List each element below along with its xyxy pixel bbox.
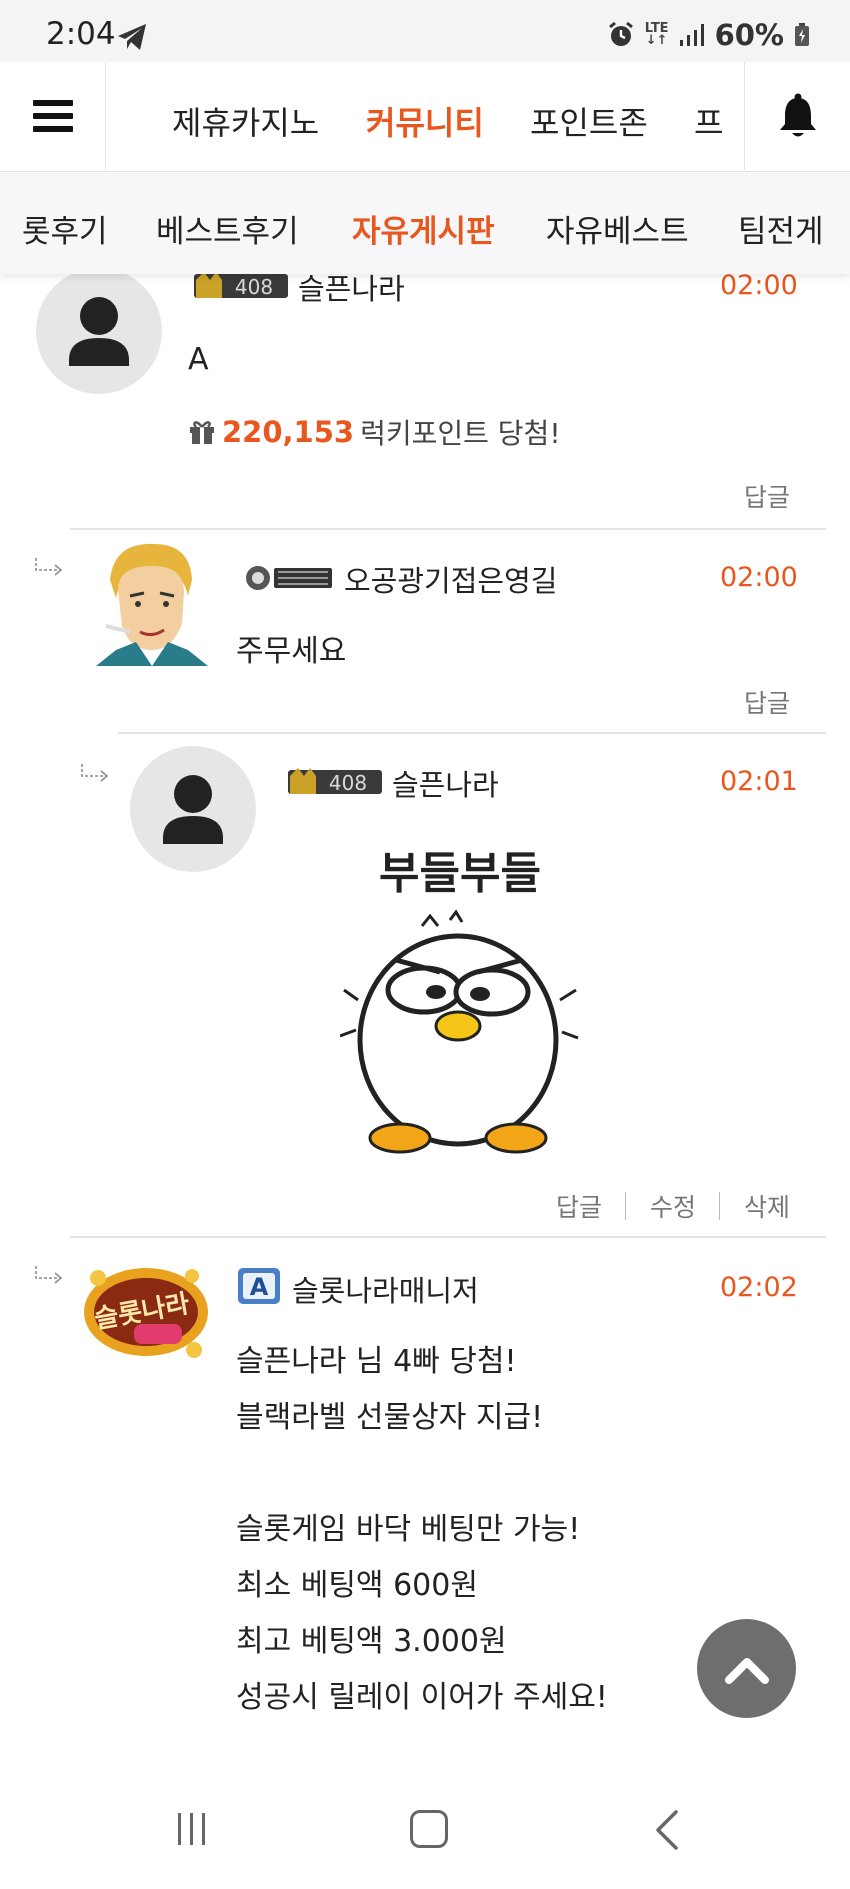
tab-more[interactable]: 프 — [694, 98, 723, 144]
chevron-up-icon — [724, 1657, 769, 1684]
divider — [118, 732, 826, 734]
comment-line: 성공시 릴레이 이어가 주세요! — [236, 1680, 608, 1715]
action-separator — [625, 1192, 626, 1220]
divider — [70, 528, 826, 530]
reply-arrow-icon — [35, 1266, 63, 1284]
home-icon[interactable] — [410, 1810, 448, 1848]
lucky-points: 220,153 — [222, 415, 355, 449]
avatar[interactable] — [96, 538, 208, 666]
svg-text:부들부들: 부들부들 — [379, 848, 541, 899]
cartoon-face-avatar-icon — [96, 543, 208, 666]
comment-line: 슬픈나라 님 4빠 당첨! — [236, 1344, 517, 1379]
subtab-slot-reviews[interactable]: 롯후기 — [22, 206, 108, 251]
reply-arrow-icon — [81, 764, 109, 782]
level-badge-icon — [246, 566, 332, 590]
subtab-best-reviews[interactable]: 베스트후기 — [156, 206, 299, 251]
comment-time: 02:02 — [720, 1272, 798, 1303]
avatar[interactable] — [36, 268, 162, 394]
system-navigation-bar — [0, 1780, 850, 1889]
tab-community[interactable]: 커뮤니티 — [366, 98, 484, 144]
lucky-point-notice: 220,153 럭키포인트 당첨! — [188, 412, 561, 452]
tab-point-zone[interactable]: 포인트존 — [530, 98, 648, 144]
user-silhouette-icon — [69, 297, 129, 366]
edit-button[interactable]: 수정 — [650, 1188, 696, 1224]
bell-icon — [779, 93, 816, 137]
comment-author[interactable]: 슬픈나라 — [392, 762, 499, 804]
menu-button[interactable] — [0, 62, 106, 170]
delete-button[interactable]: 삭제 — [744, 1188, 790, 1224]
recent-apps-icon[interactable] — [174, 1811, 210, 1847]
hamburger-icon — [32, 100, 73, 132]
level-badge-icon: 408 — [194, 272, 288, 299]
notification-button[interactable] — [744, 62, 850, 170]
scroll-top-button[interactable] — [697, 1619, 796, 1718]
subtab-free-board[interactable]: 자유게시판 — [352, 206, 495, 251]
user-silhouette-icon — [163, 775, 223, 844]
svg-text:408: 408 — [235, 275, 273, 299]
comment-text: 주무세요 — [236, 634, 347, 669]
reply-button[interactable]: 답글 — [744, 684, 790, 720]
comment-line: 최고 베팅액 3.000원 — [236, 1624, 507, 1659]
board-sub-navigation: 롯후기 베스트후기 자유게시판 자유베스트 팀전게 — [0, 172, 850, 274]
admin-badge-icon: A — [238, 1268, 280, 1304]
nav-tabs: 제휴카지노 커뮤니티 포인트존 프 — [106, 62, 744, 170]
svg-text:408: 408 — [329, 771, 367, 795]
subtab-team-board[interactable]: 팀전게 — [738, 206, 824, 251]
level-badge-icon: 408 — [288, 768, 382, 795]
lucky-label: 럭키포인트 당첨! — [360, 417, 561, 450]
action-separator — [719, 1192, 720, 1220]
divider — [70, 1236, 826, 1238]
comment-line-blank — [236, 1446, 608, 1502]
avatar[interactable] — [130, 746, 256, 872]
svg-text:A: A — [250, 1273, 269, 1301]
reply-button[interactable]: 답글 — [744, 478, 790, 514]
comment-line: 최소 베팅액 600원 — [236, 1568, 478, 1603]
comment-time: 02:00 — [720, 562, 798, 593]
back-icon[interactable] — [654, 1810, 680, 1850]
comment-list: 408 슬픈나라 02:00 A 220,153 럭키포인트 당첨! 답글 오공… — [0, 0, 850, 1889]
subtab-free-best[interactable]: 자유베스트 — [546, 206, 689, 251]
tab-partner-casino[interactable]: 제휴카지노 — [172, 98, 319, 144]
comment-text: A — [188, 342, 209, 377]
comment-line: 블랙라벨 선물상자 지급! — [236, 1400, 544, 1435]
comment-time: 02:00 — [720, 270, 798, 301]
comment-time: 02:01 — [720, 766, 798, 797]
reply-arrow-icon — [35, 558, 63, 576]
angry-bird-sticker: 부들부들 — [340, 848, 579, 1154]
comment-author[interactable]: 슬롯나라매니저 — [292, 1268, 479, 1310]
top-navigation: 제휴카지노 커뮤니티 포인트존 프 — [0, 62, 850, 172]
comment-text: 슬픈나라 님 4빠 당첨! 블랙라벨 선물상자 지급! 슬롯게임 바닥 베팅만 … — [236, 1334, 608, 1726]
gift-icon — [190, 421, 214, 444]
comment-line: 슬롯게임 바닥 베팅만 가능! — [236, 1512, 581, 1547]
reply-button[interactable]: 답글 — [556, 1188, 602, 1224]
slot-nara-logo-icon: 슬롯나라 — [84, 1268, 208, 1358]
avatar[interactable]: 슬롯나라 — [80, 1258, 212, 1362]
comment-author[interactable]: 오공광기접은영길 — [344, 558, 557, 600]
